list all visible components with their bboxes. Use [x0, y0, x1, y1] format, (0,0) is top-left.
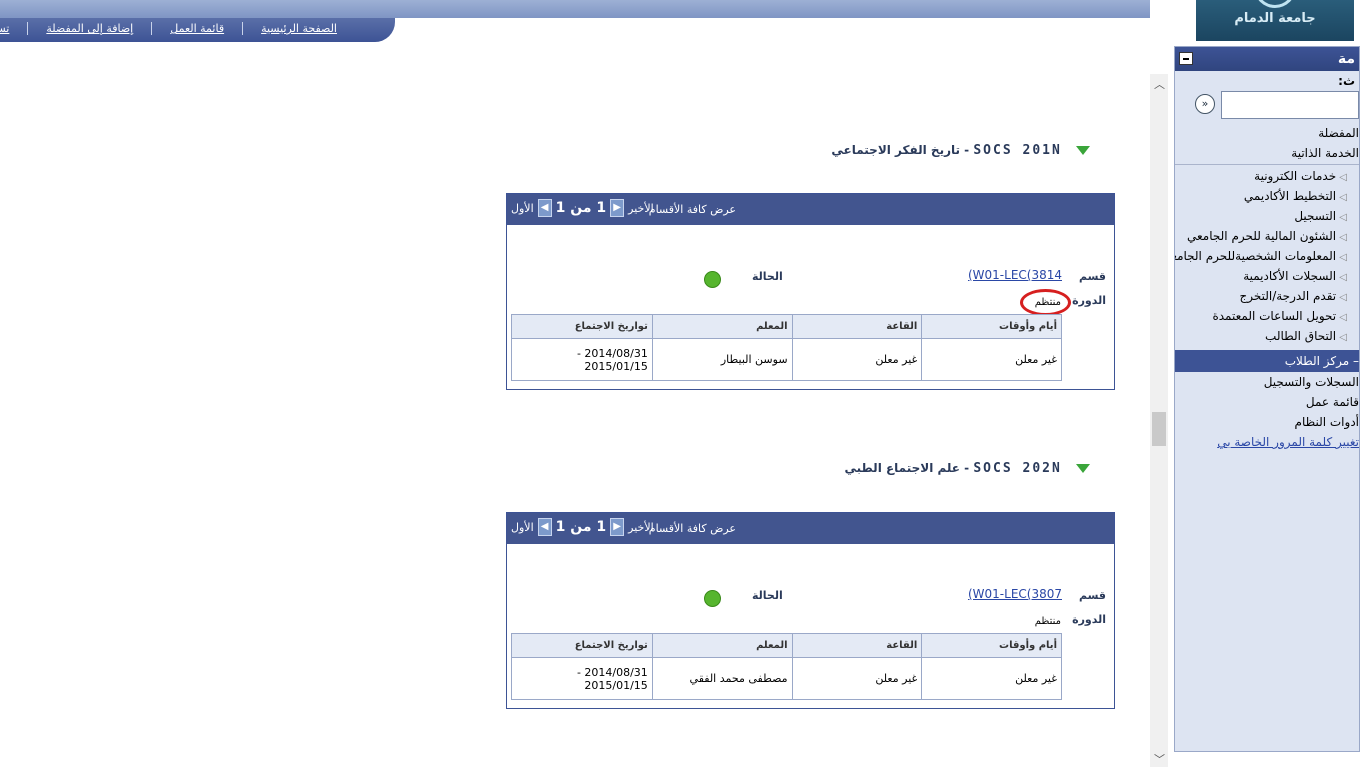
menu-item-worklist[interactable]: قائمة عمل	[1175, 392, 1359, 412]
section-link[interactable]: (W01-LEC(3807	[968, 587, 1062, 601]
section-link[interactable]: (W01-LEC(3814	[968, 268, 1062, 282]
meeting-table: أيام وأوقات القاعة المعلم تواريخ الاجتما…	[511, 633, 1062, 700]
menu-item-records-enrollment[interactable]: السجلات والتسجيل	[1175, 372, 1359, 392]
status-label: الحالة	[752, 589, 783, 602]
status-label: الحالة	[752, 270, 783, 283]
pager: الأول ◀ 1 من 1 ▶ الأخير	[511, 518, 654, 536]
cell-days-times: غير معلن	[921, 338, 1062, 381]
menu-title: مة	[1337, 51, 1355, 67]
status-open-icon	[704, 590, 721, 607]
logo-arc-icon	[1254, 0, 1296, 8]
pager-count: 1 من 1	[555, 200, 607, 216]
course-title-2: SOCS 202N - علم الاجتماع الطبي	[844, 461, 1090, 476]
col-days-times: أيام وأوقات	[921, 314, 1062, 339]
search-go-icon[interactable]: «	[1195, 94, 1215, 114]
session-label: الدورة	[1072, 613, 1106, 626]
table-row: غير معلن غير معلن سوسن البيطار 2014/08/3…	[511, 338, 1062, 381]
pager-first-label[interactable]: الأول	[511, 202, 534, 215]
status-open-icon	[704, 271, 721, 288]
top-banner	[0, 0, 1150, 18]
collapse-triangle-icon[interactable]	[1076, 464, 1090, 473]
pager-last-label[interactable]: الأخير	[628, 202, 654, 215]
col-instructor: المعلم	[651, 633, 793, 658]
course-title-1: SOCS 201N - تاريخ الفكر الاجتماعي	[831, 143, 1090, 158]
session-value: منتظم	[1034, 616, 1061, 627]
cell-instructor: مصطفى محمد الفقي	[651, 657, 793, 700]
logo-text: جامعة الدمام	[1234, 11, 1316, 26]
menu-item-eservices[interactable]: خدمات الكترونية	[1175, 166, 1359, 186]
collapse-icon[interactable]	[1179, 52, 1193, 65]
nav-worklist-link[interactable]: قائمة العمل	[151, 22, 242, 35]
col-room: القاعة	[791, 633, 923, 658]
cell-meeting-dates: 2014/08/31 - 2015/01/15	[511, 657, 653, 700]
pager-first-label[interactable]: الأول	[511, 521, 534, 534]
view-all-sections-link[interactable]: عرض كافة الأقسام	[649, 203, 736, 216]
menu-item-academic-records[interactable]: السجلات الأكاديمية	[1175, 266, 1359, 286]
menu-favorites[interactable]: المفضلة	[1175, 123, 1359, 143]
course-panel-2: عرض كافة الأقسام الأول ◀ 1 من 1 ▶ الأخير…	[506, 512, 1115, 709]
meeting-table: أيام وأوقات القاعة المعلم تواريخ الاجتما…	[511, 314, 1062, 381]
col-room: القاعة	[791, 314, 923, 339]
session-label: الدورة	[1072, 294, 1106, 307]
menu-item-personal-info[interactable]: المعلومات الشخصيةللحرم الجامعي	[1175, 246, 1359, 266]
cell-instructor: سوسن البيطار	[651, 338, 793, 381]
cell-room: غير معلن	[791, 338, 923, 381]
menu-item-enrollment[interactable]: التسجيل	[1175, 206, 1359, 226]
menu-self-service[interactable]: الخدمة الذاتية	[1175, 143, 1359, 163]
course-panel-1: عرض كافة الأقسام الأول ◀ 1 من 1 ▶ الأخير…	[506, 193, 1115, 390]
scroll-down-icon[interactable]: ﹀	[1154, 751, 1165, 767]
cell-meeting-dates: 2014/08/31 - 2015/01/15	[511, 338, 653, 381]
table-row: غير معلن غير معلن مصطفى محمد الفقي 2014/…	[511, 657, 1062, 700]
next-arrow-icon[interactable]: ▶	[610, 518, 625, 536]
vertical-scrollbar[interactable]: ︿ ﹀	[1150, 74, 1168, 767]
menu-item-admissions[interactable]: التحاق الطالب	[1175, 326, 1359, 346]
menu-section-student-center[interactable]: – مركز الطلاب	[1175, 350, 1359, 372]
menu-header: مة	[1175, 47, 1359, 71]
change-password-link[interactable]: تغيير كلمة المرور الخاصة بي	[1175, 432, 1359, 452]
navigation-menu: مة ث: « المفضلة الخدمة الذاتية خدمات الك…	[1174, 46, 1360, 752]
col-meeting-dates: تواريخ الاجتماع	[511, 314, 653, 339]
collapse-triangle-icon[interactable]	[1076, 146, 1090, 155]
course-name: - تاريخ الفكر الاجتماعي	[831, 143, 970, 157]
highlight-circle	[1020, 289, 1071, 316]
top-nav: الصفحة الرئيسية قائمة العمل إضافة إلى ال…	[0, 18, 395, 42]
menu-item-system-tools[interactable]: أدوات النظام	[1175, 412, 1359, 432]
university-logo: جامعة الدمام	[1196, 0, 1354, 41]
course-name: - علم الاجتماع الطبي	[844, 461, 970, 475]
scroll-thumb[interactable]	[1152, 412, 1166, 446]
section-label: قسم	[1078, 589, 1106, 602]
scroll-up-icon[interactable]: ︿	[1154, 76, 1165, 92]
pager: الأول ◀ 1 من 1 ▶ الأخير	[511, 199, 654, 217]
next-arrow-icon[interactable]: ▶	[610, 199, 625, 217]
search-label: ث:	[1338, 74, 1355, 88]
panel-header: عرض كافة الأقسام الأول ◀ 1 من 1 ▶ الأخير	[507, 513, 1114, 544]
nav-add-favorites-link[interactable]: إضافة إلى المفضلة	[27, 22, 151, 35]
pager-last-label[interactable]: الأخير	[628, 521, 654, 534]
menu-item-degree-progress[interactable]: تقدم الدرجة/التخرج	[1175, 286, 1359, 306]
col-meeting-dates: تواريخ الاجتماع	[511, 633, 653, 658]
panel-header: عرض كافة الأقسام الأول ◀ 1 من 1 ▶ الأخير	[507, 194, 1114, 225]
prev-arrow-icon[interactable]: ◀	[537, 518, 552, 536]
menu-item-finances[interactable]: الشئون المالية للحرم الجامعي	[1175, 226, 1359, 246]
nav-logout-link[interactable]: تسجيل الخروج	[0, 22, 27, 35]
cell-days-times: غير معلن	[921, 657, 1062, 700]
menu-item-academic-planning[interactable]: التخطيط الأكاديمي	[1175, 186, 1359, 206]
cell-room: غير معلن	[791, 657, 923, 700]
menu-item-transfer-credit[interactable]: تحويل الساعات المعتمدة	[1175, 306, 1359, 326]
course-code: SOCS 201N	[973, 143, 1062, 158]
prev-arrow-icon[interactable]: ◀	[537, 199, 552, 217]
course-code: SOCS 202N	[973, 461, 1062, 476]
view-all-sections-link[interactable]: عرض كافة الأقسام	[649, 522, 736, 535]
pager-count: 1 من 1	[555, 519, 607, 535]
col-days-times: أيام وأوقات	[921, 633, 1062, 658]
menu-search-input[interactable]	[1221, 91, 1359, 119]
section-label: قسم	[1078, 270, 1106, 283]
nav-home-link[interactable]: الصفحة الرئيسية	[242, 22, 355, 35]
col-instructor: المعلم	[651, 314, 793, 339]
